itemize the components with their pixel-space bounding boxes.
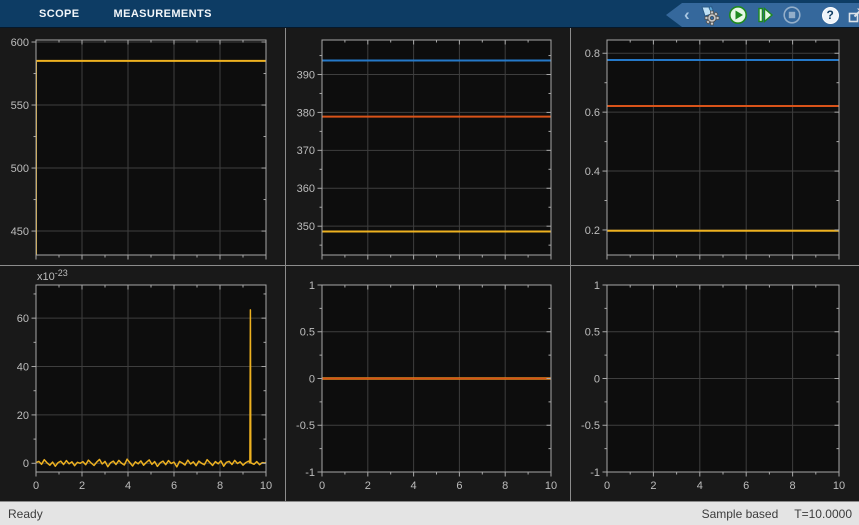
- gear-flag-icon: [700, 5, 720, 26]
- run-play-icon: [728, 6, 747, 24]
- y-tick-label: 0: [594, 373, 600, 385]
- popout-button[interactable]: [846, 4, 859, 26]
- y-tick-label: 360: [297, 183, 315, 195]
- display-4-plot[interactable]: 0 20 40 60 0 2 4 6 8 10 x10-23: [0, 265, 286, 501]
- x-tick-label: 10: [833, 480, 845, 492]
- stop-button[interactable]: [782, 4, 802, 26]
- status-bar: Ready Sample based T=10.0000: [0, 501, 859, 525]
- x-tick-label: 4: [125, 480, 131, 492]
- y-tick-label: 600: [11, 37, 29, 49]
- collapse-toolstrip-icon[interactable]: ‹: [684, 5, 690, 25]
- display-5-plot[interactable]: -1-0.500.510 2 4 6 8 10: [286, 265, 571, 501]
- x-tick-label: 2: [365, 480, 371, 492]
- run-button[interactable]: [728, 4, 748, 26]
- y-tick-label: 1: [309, 280, 315, 292]
- y-tick-label: 0.6: [585, 107, 600, 119]
- toolstrip-tabs: SCOPE MEASUREMENTS: [0, 0, 229, 27]
- y-tick-label: 20: [17, 410, 29, 422]
- x-tick-label: 10: [545, 480, 557, 492]
- x-tick-label: 4: [411, 480, 417, 492]
- axis-exponent-label: x10-23: [37, 268, 68, 283]
- x-tick-label: 8: [790, 480, 796, 492]
- y-tick-label: 1: [594, 280, 600, 292]
- y-tick-label: 0.5: [585, 327, 600, 339]
- help-button[interactable]: ?: [821, 4, 839, 26]
- toolstrip: SCOPE MEASUREMENTS ‹ ?: [0, 0, 859, 28]
- y-tick-label: 550: [11, 100, 29, 112]
- y-tick-label: 450: [11, 226, 29, 238]
- x-tick-label: 4: [697, 480, 703, 492]
- y-tick-label: 40: [17, 361, 29, 373]
- display-3-plot[interactable]: 0.2 0.4 0.6 0.8: [571, 28, 859, 265]
- display-2-plot[interactable]: 350 360 370 380 390: [286, 28, 571, 265]
- y-tick-label: 0.5: [300, 327, 315, 339]
- y-tick-label: 370: [297, 145, 315, 157]
- y-tick-label: -0.5: [296, 420, 315, 432]
- tab-scope[interactable]: SCOPE: [22, 0, 97, 27]
- help-icon: ?: [821, 6, 839, 24]
- step-forward-icon: [757, 6, 773, 24]
- status-text: Ready: [8, 506, 43, 521]
- y-tick-label: -1: [590, 467, 600, 479]
- y-tick-label: 0: [309, 373, 315, 385]
- popout-arrow-icon: [848, 8, 859, 23]
- y-tick-label: 0.2: [585, 225, 600, 237]
- x-tick-label: 0: [33, 480, 39, 492]
- x-tick-label: 6: [171, 480, 177, 492]
- x-tick-label: 10: [260, 480, 272, 492]
- x-tick-label: 8: [502, 480, 508, 492]
- quick-access-banner: ‹ ?: [666, 3, 859, 27]
- display-grid: 450 500 550 600 350 360 370 380 390 0.2 0.4 0.6 0.8 0…: [0, 28, 859, 501]
- display-6-plot[interactable]: -1-0.500.510 2 4 6 8 10: [571, 265, 859, 501]
- x-tick-label: 2: [650, 480, 656, 492]
- x-tick-label: 8: [217, 480, 223, 492]
- sample-mode-label: Sample based: [701, 506, 779, 521]
- y-tick-label: 60: [17, 313, 29, 325]
- x-tick-label: 0: [319, 480, 325, 492]
- y-tick-label: 350: [297, 221, 315, 233]
- y-tick-label: -0.5: [581, 420, 600, 432]
- scope-window: SCOPE MEASUREMENTS ‹ ? 450 500 550 600 3…: [0, 0, 859, 525]
- y-tick-label: 380: [297, 107, 315, 119]
- stop-icon: [783, 6, 801, 24]
- x-tick-label: 6: [743, 480, 749, 492]
- tab-measurements[interactable]: MEASUREMENTS: [97, 0, 229, 27]
- simulation-time-label: T=10.0000: [794, 506, 852, 521]
- x-tick-label: 6: [456, 480, 462, 492]
- y-tick-label: 0.8: [585, 48, 600, 60]
- y-tick-label: 390: [297, 69, 315, 81]
- x-tick-label: 2: [79, 480, 85, 492]
- y-tick-label: 500: [11, 163, 29, 175]
- x-tick-label: 0: [604, 480, 610, 492]
- simulation-settings-button[interactable]: [699, 4, 721, 26]
- step-forward-button[interactable]: [755, 4, 775, 26]
- y-tick-label: 0.4: [585, 166, 600, 178]
- y-tick-label: 0: [23, 458, 29, 470]
- y-tick-label: -1: [305, 467, 315, 479]
- display-1-plot[interactable]: 450 500 550 600: [0, 28, 286, 265]
